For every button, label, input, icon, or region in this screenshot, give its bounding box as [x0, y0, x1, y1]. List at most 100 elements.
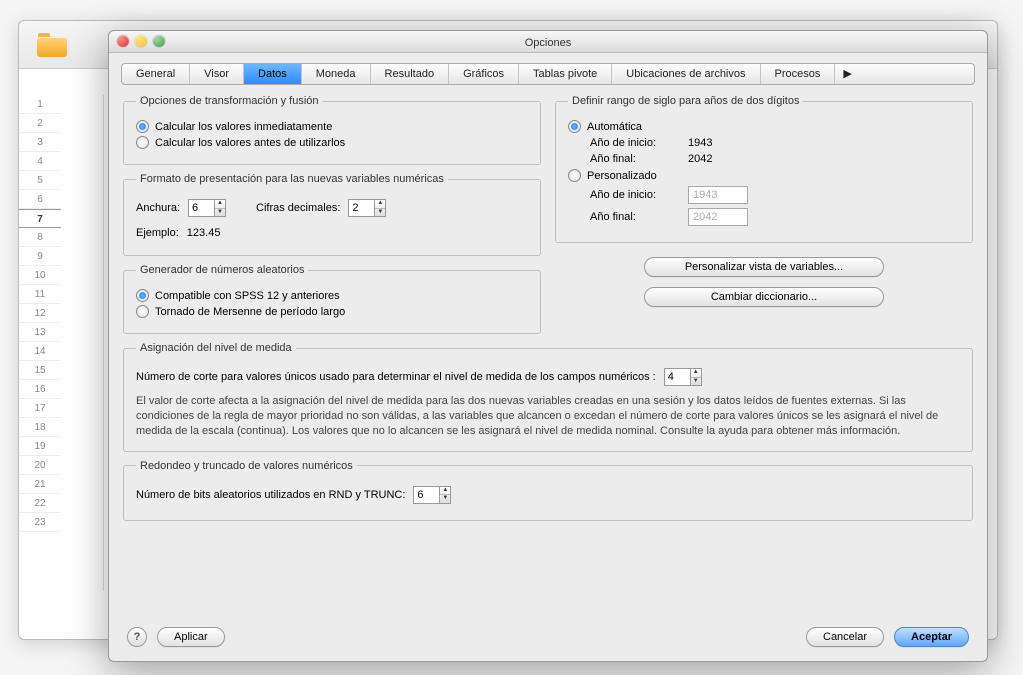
minimize-icon[interactable] — [135, 35, 147, 47]
chevron-up-icon[interactable]: ▲ — [440, 487, 450, 496]
row-header[interactable]: 3 — [19, 133, 61, 152]
row-header[interactable]: 4 — [19, 152, 61, 171]
measure-legend: Asignación del nivel de medida — [136, 342, 296, 354]
radio-transform-before-use[interactable] — [136, 136, 149, 149]
bits-input[interactable] — [413, 486, 439, 504]
decimals-label: Cifras decimales: — [256, 202, 340, 214]
button-label: Aceptar — [911, 631, 952, 643]
radio-label: Tornado de Mersenne de período largo — [155, 306, 345, 318]
tab-moneda[interactable]: Moneda — [302, 64, 371, 84]
start-year-label: Año de inicio: — [590, 137, 680, 149]
measure-help-text: El valor de corte afecta a la asignación… — [136, 394, 960, 439]
row-header[interactable]: 14 — [19, 342, 61, 361]
row-header[interactable]: 18 — [19, 418, 61, 437]
radio-century-custom[interactable] — [568, 169, 581, 182]
row-header[interactable]: 8 — [19, 228, 61, 247]
tabs-overflow-icon[interactable]: ▶ — [835, 64, 859, 84]
width-label: Anchura: — [136, 202, 180, 214]
radio-label: Personalizado — [587, 170, 657, 182]
chevron-down-icon[interactable]: ▼ — [691, 378, 701, 386]
tab-gráficos[interactable]: Gráficos — [449, 64, 519, 84]
row-header[interactable]: 1 — [19, 95, 61, 114]
help-button[interactable]: ? — [127, 627, 147, 647]
chevron-up-icon[interactable]: ▲ — [375, 200, 385, 209]
row-header[interactable]: 11 — [19, 285, 61, 304]
chevron-down-icon[interactable]: ▼ — [375, 209, 385, 217]
radio-transform-immediate[interactable] — [136, 120, 149, 133]
decimals-stepper[interactable]: ▲▼ — [348, 199, 386, 217]
row-header[interactable]: 16 — [19, 380, 61, 399]
start-year-value: 1943 — [688, 137, 712, 149]
dialog-footer: ? Aplicar Cancelar Aceptar — [109, 619, 987, 661]
row-header[interactable]: 10 — [19, 266, 61, 285]
row-header[interactable]: 22 — [19, 494, 61, 513]
custom-end-input[interactable] — [688, 208, 748, 226]
row-header[interactable]: 5 — [19, 171, 61, 190]
width-stepper[interactable]: ▲▼ — [188, 199, 226, 217]
row-header[interactable]: 6 — [19, 190, 61, 209]
tab-tablas-pivote[interactable]: Tablas pivote — [519, 64, 612, 84]
radio-label: Compatible con SPSS 12 y anteriores — [155, 290, 340, 302]
radio-label: Automática — [587, 121, 642, 133]
tab-visor[interactable]: Visor — [190, 64, 244, 84]
radio-label: Calcular los valores inmediatamente — [155, 121, 332, 133]
tab-procesos[interactable]: Procesos — [761, 64, 836, 84]
row-header[interactable]: 23 — [19, 513, 61, 532]
close-icon[interactable] — [117, 35, 129, 47]
cutoff-input[interactable] — [664, 368, 690, 386]
change-dictionary-button[interactable]: Cambiar diccionario... — [644, 287, 884, 307]
chevron-up-icon[interactable]: ▲ — [691, 369, 701, 378]
button-label: Aplicar — [174, 631, 208, 643]
radio-rng-spss12[interactable] — [136, 289, 149, 302]
measure-group: Asignación del nivel de medida Número de… — [123, 342, 973, 452]
customize-variables-button[interactable]: Personalizar vista de variables... — [644, 257, 884, 277]
apply-button[interactable]: Aplicar — [157, 627, 225, 647]
row-header[interactable]: 21 — [19, 475, 61, 494]
custom-start-input[interactable] — [688, 186, 748, 204]
chevron-up-icon[interactable]: ▲ — [215, 200, 225, 209]
bits-stepper[interactable]: ▲▼ — [413, 486, 451, 504]
radio-century-auto[interactable] — [568, 120, 581, 133]
decimals-input[interactable] — [348, 199, 374, 217]
options-dialog: Opciones GeneralVisorDatosMonedaResultad… — [108, 30, 988, 662]
zoom-icon[interactable] — [153, 35, 165, 47]
folder-icon — [37, 31, 69, 59]
row-header[interactable]: 13 — [19, 323, 61, 342]
round-group: Redondeo y truncado de valores numéricos… — [123, 460, 973, 521]
tab-ubicaciones-de-archivos[interactable]: Ubicaciones de archivos — [612, 64, 760, 84]
titlebar[interactable]: Opciones — [109, 31, 987, 53]
row-header[interactable]: 20 — [19, 456, 61, 475]
row-header[interactable]: 17 — [19, 399, 61, 418]
row-header[interactable]: 15 — [19, 361, 61, 380]
dialog-title: Opciones — [525, 37, 571, 49]
format-legend: Formato de presentación para las nuevas … — [136, 173, 448, 185]
cutoff-label: Número de corte para valores únicos usad… — [136, 371, 656, 383]
button-label: Cambiar diccionario... — [711, 291, 817, 303]
radio-rng-mersenne[interactable] — [136, 305, 149, 318]
chevron-down-icon[interactable]: ▼ — [440, 495, 450, 503]
cutoff-stepper[interactable]: ▲▼ — [664, 368, 702, 386]
century-group: Definir rango de siglo para años de dos … — [555, 95, 973, 243]
transform-group: Opciones de transformación y fusión Calc… — [123, 95, 541, 165]
tab-general[interactable]: General — [122, 64, 190, 84]
tab-bar: GeneralVisorDatosMonedaResultadoGráficos… — [121, 63, 975, 85]
chevron-down-icon[interactable]: ▼ — [215, 209, 225, 217]
ok-button[interactable]: Aceptar — [894, 627, 969, 647]
row-header[interactable]: 12 — [19, 304, 61, 323]
row-header[interactable]: 7 — [19, 209, 61, 228]
row-header[interactable]: 9 — [19, 247, 61, 266]
bits-label: Número de bits aleatorios utilizados en … — [136, 489, 405, 501]
rng-group: Generador de números aleatorios Compatib… — [123, 264, 541, 334]
row-header[interactable]: 2 — [19, 114, 61, 133]
end-year-label: Año final: — [590, 153, 680, 165]
custom-start-label: Año de inicio: — [590, 189, 680, 201]
radio-label: Calcular los valores antes de utilizarlo… — [155, 137, 345, 149]
width-input[interactable] — [188, 199, 214, 217]
format-group: Formato de presentación para las nuevas … — [123, 173, 541, 256]
tab-resultado[interactable]: Resultado — [371, 64, 450, 84]
tab-datos[interactable]: Datos — [244, 64, 302, 84]
row-header[interactable]: 19 — [19, 437, 61, 456]
round-legend: Redondeo y truncado de valores numéricos — [136, 460, 357, 472]
rng-legend: Generador de números aleatorios — [136, 264, 308, 276]
cancel-button[interactable]: Cancelar — [806, 627, 884, 647]
